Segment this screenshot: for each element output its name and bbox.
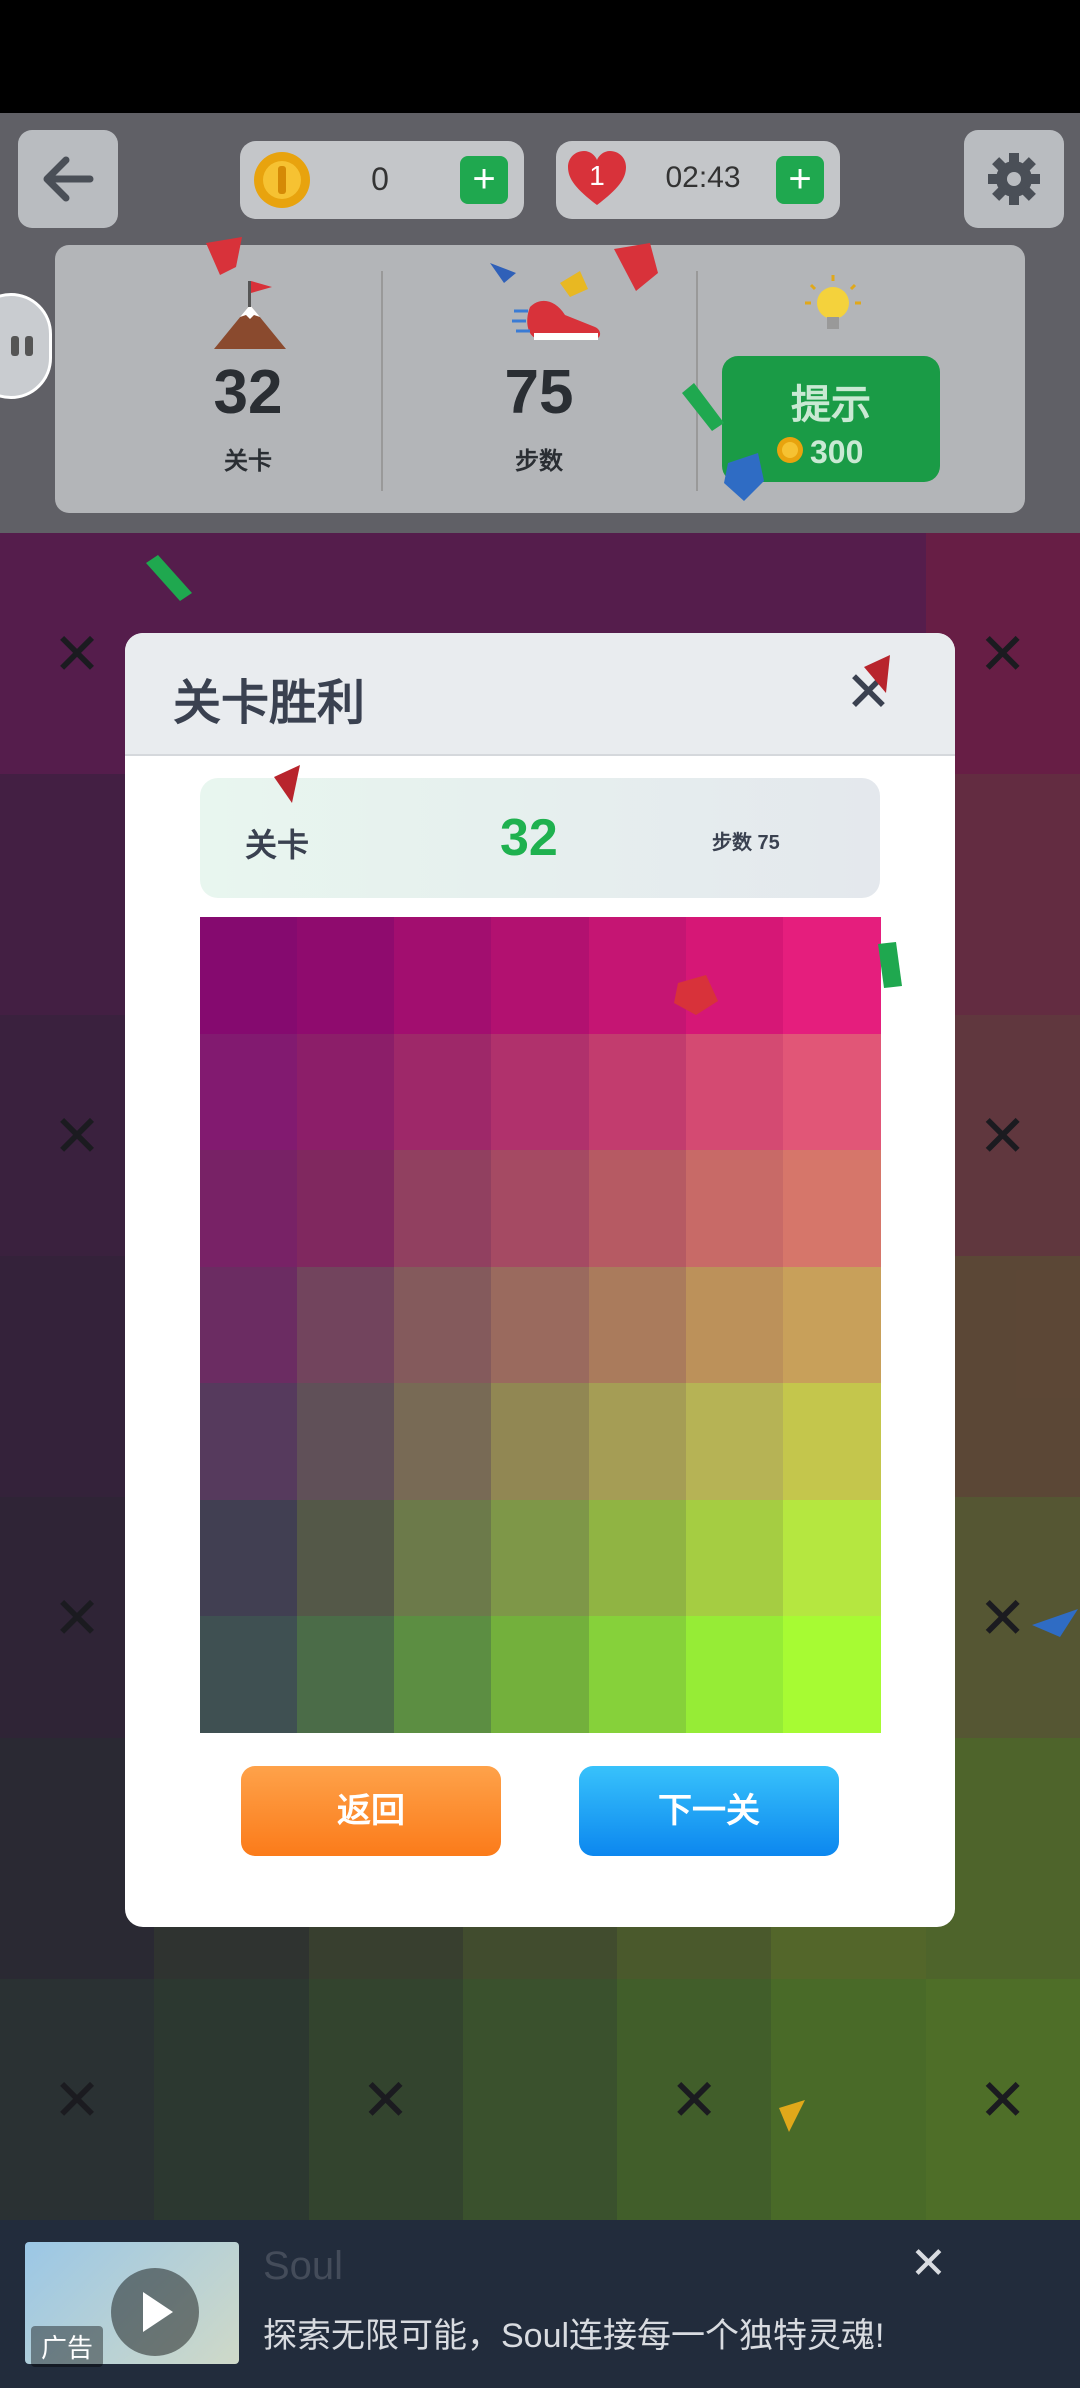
back-to-menu-button[interactable]: 返回	[241, 1766, 501, 1856]
settings-button[interactable]	[964, 130, 1064, 228]
palette-tile	[782, 1383, 881, 1501]
next-level-button[interactable]: 下一关	[579, 1766, 839, 1856]
level-value: 32	[213, 358, 283, 427]
info-level-value: 32	[500, 809, 558, 867]
palette-tile	[782, 1033, 881, 1151]
completed-palette	[200, 917, 881, 1734]
palette-tile	[685, 1616, 784, 1734]
palette-tile	[685, 1499, 784, 1617]
ad-title: Soul	[263, 2244, 344, 2288]
close-icon[interactable]: ✕	[910, 2238, 947, 2289]
palette-tile	[491, 1150, 590, 1268]
palette-tile	[491, 917, 590, 1034]
palette-tile	[588, 1033, 687, 1151]
confetti	[682, 383, 764, 501]
palette-tile	[685, 1150, 784, 1268]
palette-tile	[200, 917, 298, 1034]
back-button[interactable]	[18, 130, 118, 228]
lives-counter: 1 02:43 +	[556, 141, 840, 219]
ad-text: 探索无限可能，Soul连接每一个独特灵魂!	[263, 2317, 885, 2355]
palette-tile	[782, 1499, 881, 1617]
palette-tile	[782, 1266, 881, 1384]
steps-value: 75	[504, 358, 574, 427]
palette-tile	[200, 1383, 298, 1501]
palette-tile	[782, 917, 881, 1034]
palette-tile	[394, 1033, 493, 1151]
palette-tile	[394, 1266, 493, 1384]
status-bar	[0, 0, 1080, 113]
palette-tile	[200, 1266, 298, 1384]
palette-tile	[588, 1499, 687, 1617]
palette-tile	[588, 1616, 687, 1734]
confetti	[674, 975, 718, 1015]
palette-tile	[200, 1033, 298, 1151]
palette-tile	[491, 1616, 590, 1734]
coin-count: 0	[371, 161, 389, 197]
add-lives-button[interactable]: +	[776, 156, 824, 204]
confetti	[864, 655, 890, 693]
ad-thumbnail[interactable]: 广告	[25, 2242, 239, 2367]
palette-tile	[200, 1499, 298, 1617]
palette-tile	[394, 1616, 493, 1734]
confetti	[779, 2100, 805, 2132]
confetti	[274, 765, 300, 803]
palette-tile	[782, 1616, 881, 1734]
palette-tile	[297, 1383, 396, 1501]
palette-tile	[394, 1499, 493, 1617]
coin-icon	[777, 437, 803, 463]
info-steps: 步数 75	[712, 832, 780, 854]
palette-tile	[297, 1616, 396, 1734]
confetti	[614, 243, 658, 291]
palette-tile	[685, 1266, 784, 1384]
palette-tile	[394, 1383, 493, 1501]
palette-tile	[297, 1499, 396, 1617]
coin-icon	[254, 152, 310, 208]
palette-tile	[394, 1150, 493, 1268]
lives-timer: 02:43	[665, 161, 741, 194]
palette-tile	[588, 1266, 687, 1384]
palette-tile	[297, 1266, 396, 1384]
palette-tile	[782, 1150, 881, 1268]
palette-tile	[491, 1033, 590, 1151]
confetti	[1032, 1609, 1078, 1637]
confetti	[206, 237, 242, 275]
palette-tile	[588, 1383, 687, 1501]
dialog-title: 关卡胜利	[173, 677, 366, 730]
palette-tile	[491, 1266, 590, 1384]
palette-tile	[297, 1033, 396, 1151]
add-coins-button[interactable]: +	[460, 156, 508, 204]
palette-tile	[200, 1150, 298, 1268]
info-level-label: 关卡	[245, 827, 310, 863]
palette-tile	[685, 1383, 784, 1501]
ad-banner[interactable]: 广告 Soul 探索无限可能，Soul连接每一个独特灵魂! ✕	[0, 2220, 1080, 2388]
palette-tile	[491, 1499, 590, 1617]
lightbulb-icon	[805, 275, 861, 329]
gear-icon	[988, 153, 1040, 205]
palette-tile	[685, 1033, 784, 1151]
palette-tile	[297, 917, 396, 1034]
palette-tile	[394, 917, 493, 1034]
arrow-left-icon	[43, 156, 94, 202]
lives-count: 1	[589, 160, 605, 191]
palette-tile	[200, 1616, 298, 1734]
palette-tile	[297, 1150, 396, 1268]
victory-dialog: 关卡胜利 ✕ 关卡 32 步数 75 返回 下一关	[125, 633, 955, 1927]
steps-label: 步数	[515, 448, 563, 475]
palette-tile	[588, 1150, 687, 1268]
ad-badge: 广告	[31, 2326, 104, 2367]
hint-cost: 300	[810, 434, 864, 470]
confetti	[878, 942, 902, 988]
confetti	[146, 555, 192, 601]
palette-tile	[491, 1383, 590, 1501]
level-label: 关卡	[224, 448, 272, 475]
dialog-header: 关卡胜利 ✕	[125, 633, 955, 756]
game-screen: ✕ ✕ ✕ ✕ ✕ ✕ ✕ ✕ ✕ ✕ 0 + 1 02:43 + 32 关卡 …	[0, 113, 1080, 2220]
